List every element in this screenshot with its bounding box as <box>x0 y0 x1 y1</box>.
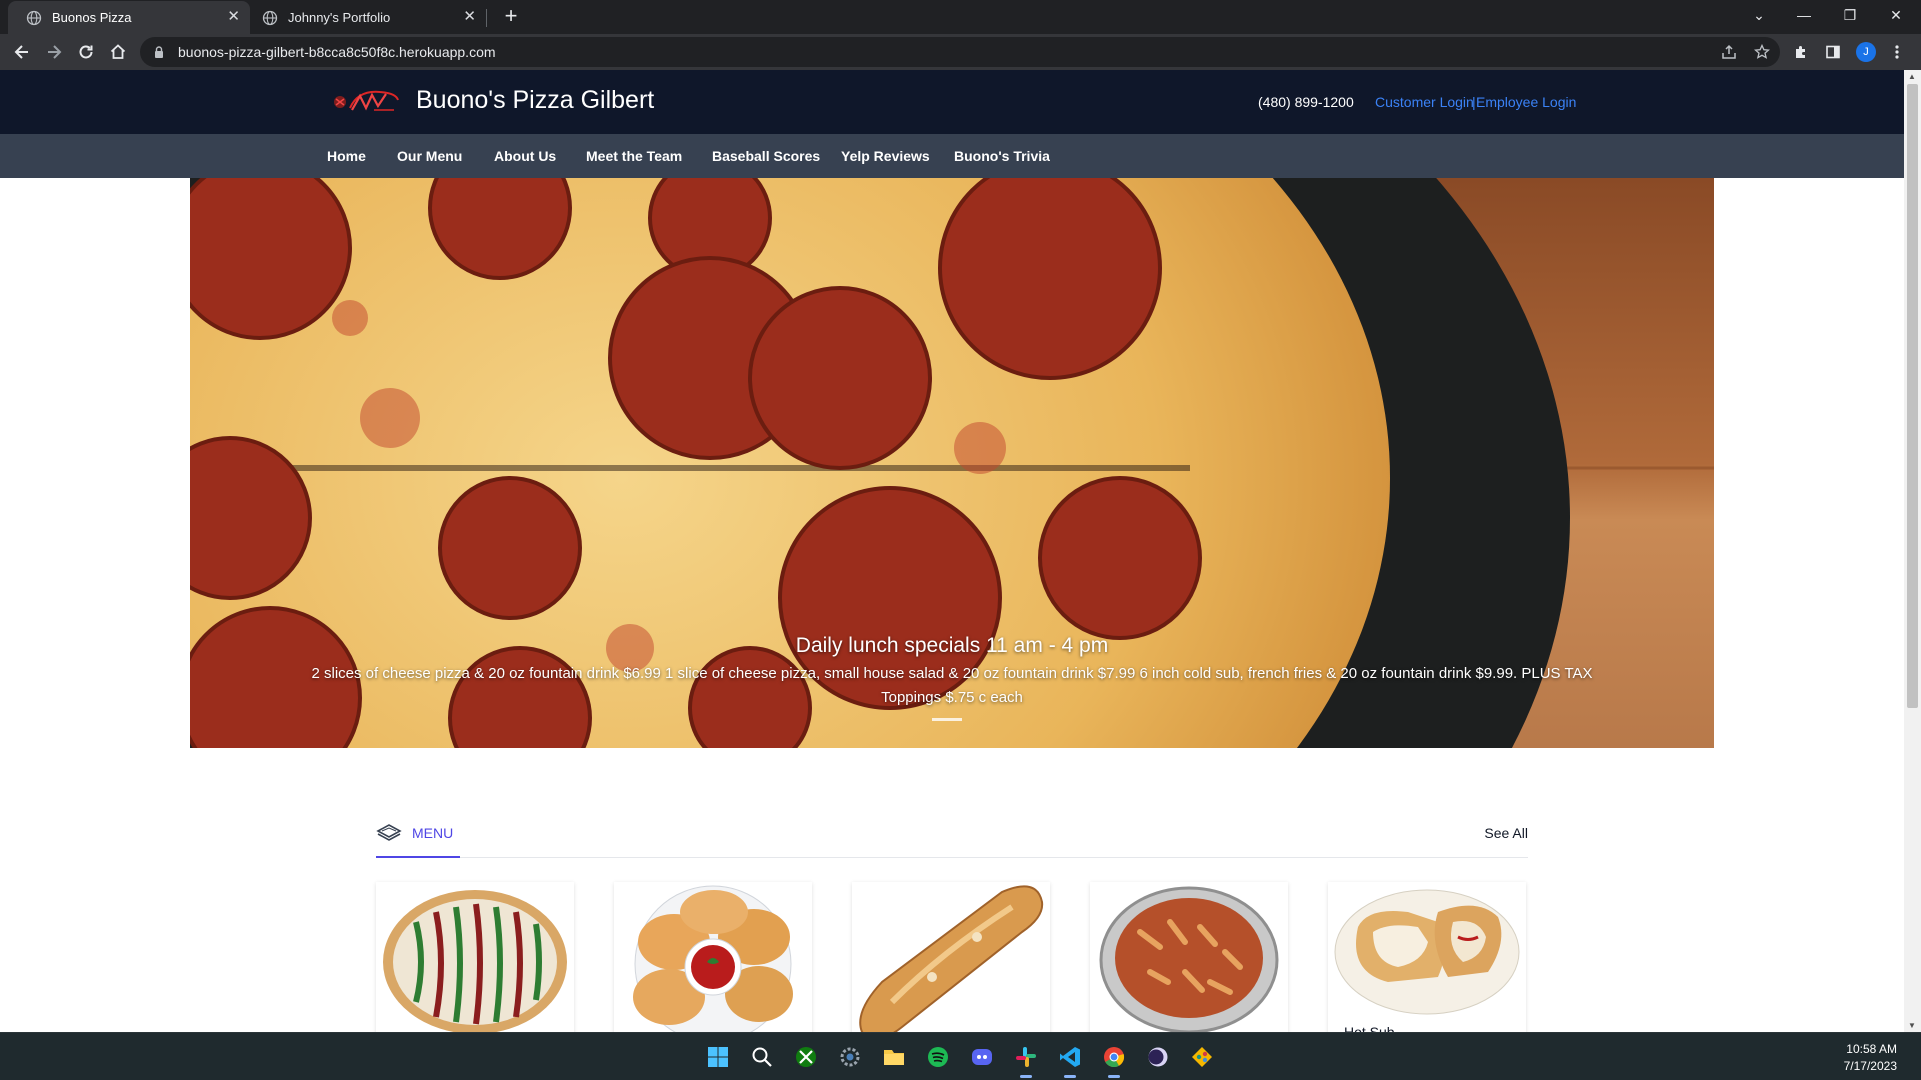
clock-time: 10:58 AM <box>1846 1042 1897 1056</box>
menu-card-pasta[interactable] <box>1090 882 1288 1032</box>
lock-icon <box>155 46 163 58</box>
vscode-icon[interactable] <box>1056 1043 1084 1078</box>
clock-date: 7/17/2023 <box>1843 1059 1897 1073</box>
browser-toolbar: buonos-pizza-gilbert-b8cca8c50f8c.heroku… <box>0 34 1921 70</box>
address-bar[interactable]: buonos-pizza-gilbert-b8cca8c50f8c.heroku… <box>140 37 1780 67</box>
file-explorer-icon[interactable] <box>880 1043 908 1071</box>
windows-taskbar: 10:58 AM 7/17/2023 <box>0 1032 1921 1080</box>
employee-login-link[interactable]: Employee Login <box>1476 94 1576 110</box>
see-all-link[interactable]: See All <box>1484 825 1528 841</box>
xbox-icon[interactable] <box>792 1043 820 1071</box>
menu-card-calzone[interactable] <box>614 882 812 1032</box>
scroll-down-arrow-icon[interactable]: ▼ <box>1908 1021 1916 1030</box>
browser-tab-johnnys-portfolio[interactable]: Johnny's Portfolio ✕ <box>244 1 486 34</box>
bookmark-star-icon[interactable] <box>1751 41 1773 63</box>
site-title[interactable]: Buono's Pizza Gilbert <box>416 86 654 115</box>
restore-icon[interactable]: ❐ <box>1827 0 1873 30</box>
buonos-logo[interactable] <box>330 86 402 118</box>
pizza-photo <box>383 890 567 1032</box>
hero-body-text: 2 slices of cheese pizza & 20 oz fountai… <box>311 665 1593 706</box>
book-icon <box>376 824 402 841</box>
scroll-up-arrow-icon[interactable]: ▲ <box>1908 72 1916 81</box>
minimize-icon[interactable]: — <box>1781 0 1827 30</box>
menu-tab-bar: MENU See All <box>376 810 1528 858</box>
chrome-icon[interactable] <box>1100 1043 1128 1078</box>
calzone-plate-photo <box>633 885 793 1032</box>
site-header: Buono's Pizza Gilbert (480) 899-1200 Cus… <box>0 70 1904 134</box>
side-panel-icon[interactable] <box>1822 41 1844 63</box>
slack-icon[interactable] <box>1012 1043 1040 1078</box>
discord-icon[interactable] <box>968 1043 996 1071</box>
menu-tab-label: MENU <box>412 825 454 841</box>
carousel-indicator[interactable] <box>932 718 962 721</box>
browser-menu-kebab-icon[interactable] <box>1886 41 1908 63</box>
nav-about-us[interactable]: About Us <box>494 148 556 164</box>
breadstick-photo <box>859 885 1044 1032</box>
globe-icon <box>26 10 42 25</box>
eclipse-icon[interactable] <box>1144 1043 1172 1071</box>
windows-start-icon[interactable] <box>704 1043 732 1071</box>
taskbar-clock[interactable]: 10:58 AM 7/17/2023 <box>1844 1041 1897 1075</box>
address-bar-url: buonos-pizza-gilbert-b8cca8c50f8c.heroku… <box>178 44 496 60</box>
pasta-tray-photo <box>1099 886 1279 1032</box>
settings-icon[interactable] <box>836 1043 864 1071</box>
hero-carousel[interactable]: Daily lunch specials 11 am - 4 pm 2 slic… <box>190 178 1714 748</box>
close-tab-icon[interactable]: ✕ <box>463 9 476 25</box>
nav-yelp-reviews[interactable]: Yelp Reviews <box>841 148 930 164</box>
scrollbar-thumb[interactable] <box>1907 84 1918 708</box>
spotify-icon[interactable] <box>924 1043 952 1071</box>
browser-tab-title: Buonos Pizza <box>52 10 132 25</box>
hero-heading: Daily lunch specials 11 am - 4 pm <box>795 634 1109 657</box>
nav-meet-the-team[interactable]: Meet the Team <box>586 148 682 164</box>
new-tab-plus-icon[interactable]: + <box>498 5 524 29</box>
site-nav: Home Our Menu About Us Meet the Team Bas… <box>0 134 1904 178</box>
nav-buonos-trivia[interactable]: Buono's Trivia <box>954 148 1050 164</box>
window-close-icon[interactable]: ✕ <box>1873 0 1919 30</box>
home-icon[interactable] <box>106 40 130 64</box>
menu-cards: Hot Sub <box>376 882 1528 1032</box>
menu-card-pizza[interactable] <box>376 882 574 1032</box>
menu-card-title: Hot Sub <box>1344 1024 1395 1032</box>
menu-card-breadstick[interactable] <box>852 882 1050 1032</box>
globe-icon <box>262 10 278 25</box>
forward-arrow-icon[interactable] <box>42 40 66 64</box>
phone-number: (480) 899-1200 <box>1258 94 1354 110</box>
tab-divider <box>486 9 487 27</box>
customer-login-link[interactable]: Customer Login <box>1375 94 1474 110</box>
close-tab-icon[interactable]: ✕ <box>227 9 240 25</box>
gitkraken-icon[interactable] <box>1188 1043 1216 1071</box>
back-arrow-icon[interactable] <box>10 40 34 64</box>
tab-menu[interactable]: MENU <box>376 810 460 858</box>
profile-avatar[interactable]: J <box>1856 42 1876 62</box>
menu-card-hot-sub[interactable]: Hot Sub <box>1328 882 1526 1032</box>
nav-our-menu[interactable]: Our Menu <box>397 148 462 164</box>
browser-tab-title: Johnny's Portfolio <box>288 10 391 25</box>
page-viewport: Buono's Pizza Gilbert (480) 899-1200 Cus… <box>0 70 1921 1032</box>
browser-tab-buonos-pizza[interactable]: Buonos Pizza ✕ <box>8 1 250 34</box>
browser-tab-strip: Buonos Pizza ✕ Johnny's Portfolio ✕ + ⌄ … <box>0 0 1921 34</box>
search-icon[interactable] <box>748 1043 776 1071</box>
extensions-puzzle-icon[interactable] <box>1790 41 1812 63</box>
tab-search-chevron-icon[interactable]: ⌄ <box>1736 0 1782 30</box>
page-scrollbar[interactable]: ▲ ▼ <box>1904 70 1921 1032</box>
hot-sub-plate-photo <box>1334 889 1520 1015</box>
nav-baseball-scores[interactable]: Baseball Scores <box>712 148 820 164</box>
share-icon[interactable] <box>1718 41 1740 63</box>
reload-icon[interactable] <box>74 40 98 64</box>
nav-home[interactable]: Home <box>327 148 366 164</box>
